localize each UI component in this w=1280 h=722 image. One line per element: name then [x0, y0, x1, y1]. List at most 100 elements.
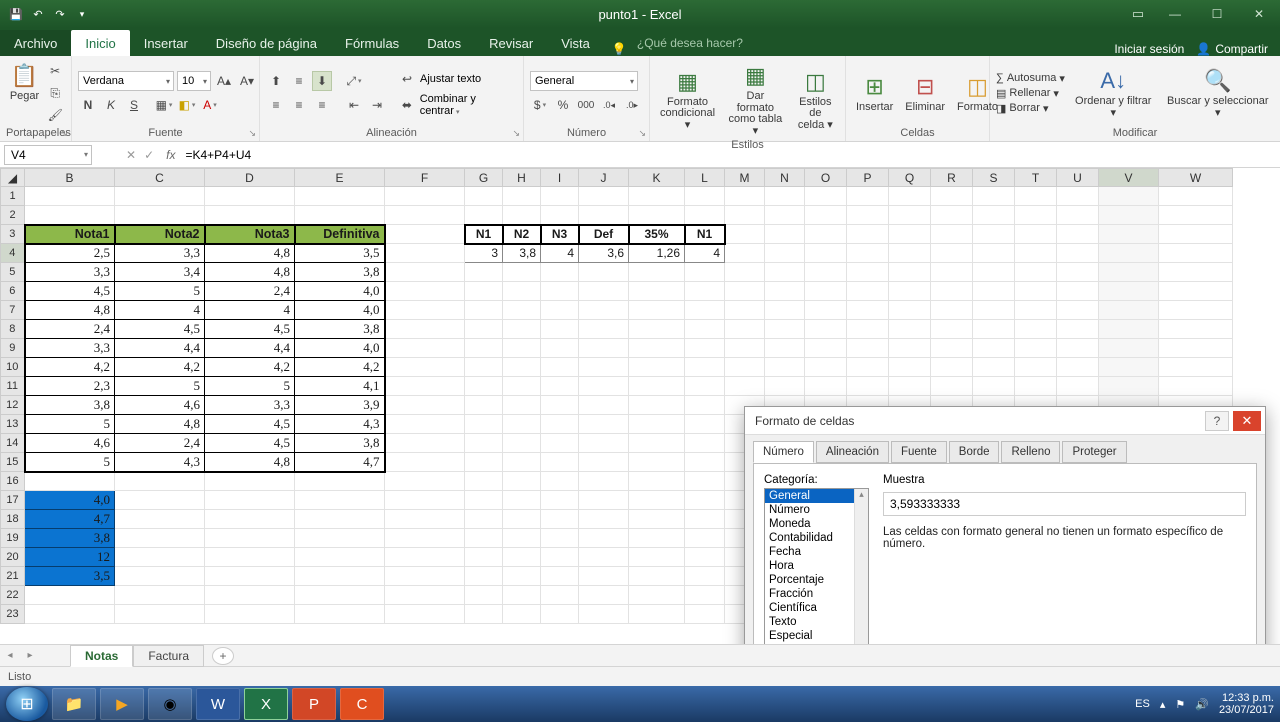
category-item[interactable]: Científica	[765, 601, 868, 615]
excel-icon[interactable]: X	[244, 688, 288, 720]
category-item[interactable]: Moneda	[765, 517, 868, 531]
align-mid-icon[interactable]: ≡	[289, 71, 309, 91]
tellme-input[interactable]: ¿Qué desea hacer?	[627, 30, 753, 56]
grow-font-icon[interactable]: A▴	[214, 71, 234, 91]
find-select-button[interactable]: 🔍Buscar y seleccionar ▾	[1162, 64, 1274, 121]
volume-icon[interactable]: 🔊	[1195, 698, 1209, 711]
tab-revisar[interactable]: Revisar	[475, 30, 547, 56]
currency-icon[interactable]: $	[530, 95, 550, 115]
powerpoint-icon[interactable]: P	[292, 688, 336, 720]
clipboard-launcher-icon[interactable]: ↘	[60, 128, 68, 139]
fx-icon[interactable]: fx	[160, 148, 181, 162]
save-icon[interactable]: 💾	[8, 6, 24, 22]
font-combo[interactable]: Verdana	[78, 71, 174, 91]
category-listbox[interactable]: GeneralNúmeroMonedaContabilidadFechaHora…	[764, 488, 869, 644]
camtasia-icon[interactable]: C	[340, 688, 384, 720]
tab-insertar[interactable]: Insertar	[130, 30, 202, 56]
inc-dec-icon[interactable]: .0◂	[599, 95, 619, 115]
dialog-close-button[interactable]: ✕	[1233, 411, 1261, 431]
enter-formula-icon[interactable]: ✓	[144, 148, 154, 162]
tab-datos[interactable]: Datos	[413, 30, 475, 56]
close-button[interactable]: ✕	[1238, 0, 1280, 28]
redo-icon[interactable]: ↷	[52, 6, 68, 22]
signin-link[interactable]: Iniciar sesión	[1114, 42, 1184, 56]
font-launcher-icon[interactable]: ↘	[248, 128, 256, 139]
name-box[interactable]: V4	[4, 145, 92, 165]
maximize-button[interactable]: ☐	[1196, 0, 1238, 28]
tab-vista[interactable]: Vista	[547, 30, 604, 56]
numfmt-combo[interactable]: General	[530, 71, 638, 91]
tab-inicio[interactable]: Inicio	[71, 30, 129, 56]
category-item[interactable]: Contabilidad	[765, 531, 868, 545]
align-left-icon[interactable]: ≡	[266, 95, 286, 115]
delete-cells-button[interactable]: ⊟Eliminar	[901, 70, 949, 116]
dec-dec-icon[interactable]: .0▸	[622, 95, 642, 115]
category-item[interactable]: Fecha	[765, 545, 868, 559]
align-center-icon[interactable]: ≡	[289, 95, 309, 115]
underline-button[interactable]: S	[124, 95, 144, 115]
cancel-formula-icon[interactable]: ✕	[126, 148, 136, 162]
sheet-nav-prev[interactable]: ◂	[0, 650, 20, 661]
tab-archivo[interactable]: Archivo	[0, 30, 71, 56]
thousands-icon[interactable]: 000	[576, 95, 596, 115]
dialog-help-button[interactable]: ?	[1205, 411, 1229, 431]
dialog-tab-fuente[interactable]: Fuente	[891, 441, 947, 463]
chrome-icon[interactable]: ◉	[148, 688, 192, 720]
format-painter-icon[interactable]: 🖌	[45, 105, 65, 125]
cond-format-button[interactable]: ▦Formato condicional ▾	[656, 65, 719, 134]
sheet-tab-notas[interactable]: Notas	[70, 645, 133, 667]
sort-filter-button[interactable]: A↓Ordenar y filtrar ▾	[1069, 64, 1158, 121]
dialog-tab-alineación[interactable]: Alineación	[816, 441, 889, 463]
dialog-tab-borde[interactable]: Borde	[949, 441, 1000, 463]
tab-diseno[interactable]: Diseño de página	[202, 30, 331, 56]
ribbon-options-icon[interactable]: ▭	[1122, 0, 1154, 28]
align-top-icon[interactable]: ⬆	[266, 71, 286, 91]
indent-dec-icon[interactable]: ⇤	[344, 95, 364, 115]
italic-button[interactable]: K	[101, 95, 121, 115]
tray-up-icon[interactable]: ▴	[1160, 698, 1166, 711]
fill-color-icon[interactable]: ◧	[177, 95, 197, 115]
wrap-button[interactable]: Ajustar texto	[420, 73, 481, 85]
category-item[interactable]: Número	[765, 503, 868, 517]
category-item[interactable]: Personalizada	[765, 643, 868, 644]
category-item[interactable]: Fracción	[765, 587, 868, 601]
dialog-tab-número[interactable]: Número	[753, 441, 814, 463]
category-item[interactable]: Texto	[765, 615, 868, 629]
cell-styles-button[interactable]: ◫Estilos de celda ▾	[792, 65, 839, 134]
merge-button[interactable]: Combinar y centrar	[420, 93, 517, 117]
category-item[interactable]: Porcentaje	[765, 573, 868, 587]
autosum-button[interactable]: ∑Autosuma ▾	[996, 72, 1065, 85]
align-right-icon[interactable]: ≡	[312, 95, 332, 115]
add-sheet-button[interactable]: +	[212, 647, 234, 665]
copy-icon[interactable]: ⎘	[45, 83, 65, 103]
clock[interactable]: 12:33 p.m.23/07/2017	[1219, 692, 1274, 716]
flag-icon[interactable]: ⚑	[1175, 698, 1185, 711]
font-size-combo[interactable]: 10	[177, 71, 211, 91]
explorer-icon[interactable]: 📁	[52, 688, 96, 720]
borders-icon[interactable]: ▦	[154, 95, 174, 115]
word-icon[interactable]: W	[196, 688, 240, 720]
format-as-table-button[interactable]: ▦Dar formato como tabla ▾	[723, 59, 788, 139]
paste-button[interactable]: 📋 Pegar	[6, 59, 43, 125]
tab-formulas[interactable]: Fórmulas	[331, 30, 413, 56]
category-item[interactable]: General	[765, 489, 868, 503]
shrink-font-icon[interactable]: A▾	[237, 71, 257, 91]
cut-icon[interactable]: ✂	[45, 61, 65, 81]
category-item[interactable]: Hora	[765, 559, 868, 573]
clear-button[interactable]: ◨Borrar ▾	[996, 102, 1065, 115]
align-launcher-icon[interactable]: ↘	[512, 128, 520, 139]
start-button[interactable]: ⊞	[6, 687, 48, 721]
lang-indicator[interactable]: ES	[1135, 698, 1150, 710]
share-button[interactable]: 👤Compartir	[1196, 42, 1268, 56]
sheet-tab-factura[interactable]: Factura	[133, 645, 204, 667]
align-bot-icon[interactable]: ⬇	[312, 71, 332, 91]
scroll-up-icon[interactable]: ▴	[859, 489, 864, 500]
undo-icon[interactable]: ↶	[30, 6, 46, 22]
number-launcher-icon[interactable]: ↘	[638, 128, 646, 139]
category-item[interactable]: Especial	[765, 629, 868, 643]
qat-more-icon[interactable]: ▾	[74, 6, 90, 22]
dialog-tab-relleno[interactable]: Relleno	[1001, 441, 1060, 463]
minimize-button[interactable]: —	[1154, 0, 1196, 28]
orientation-icon[interactable]: ⤢	[344, 71, 364, 91]
percent-icon[interactable]: %	[553, 95, 573, 115]
